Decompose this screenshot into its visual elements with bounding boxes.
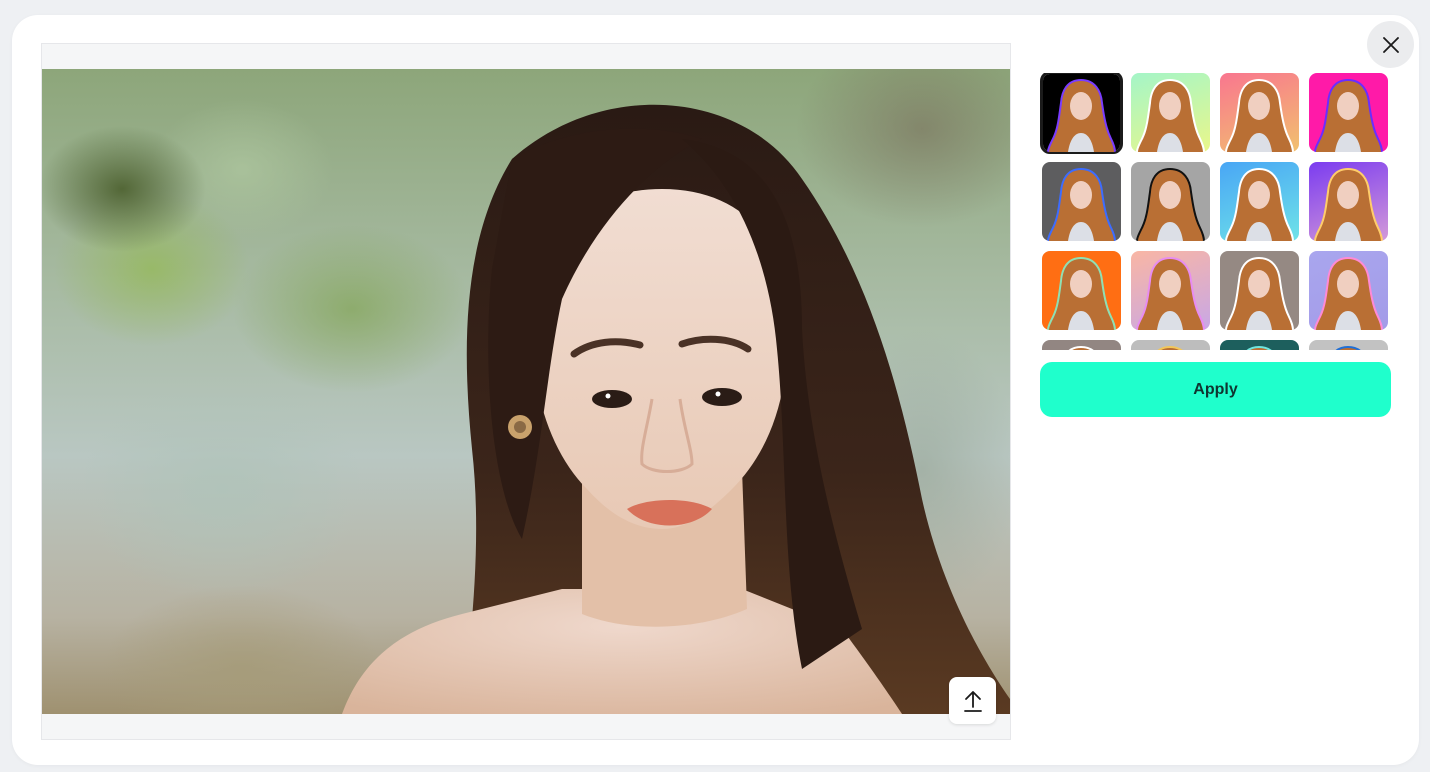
portrait-cutout-icon (1135, 78, 1206, 152)
style-thumb-periwinkle-pink-outline[interactable] (1309, 251, 1388, 330)
style-thumb-violet-pink-gradient[interactable] (1309, 162, 1388, 241)
close-icon (1382, 36, 1399, 53)
portrait-cutout-icon (1224, 256, 1295, 330)
portrait-cutout-icon (1157, 345, 1183, 350)
portrait-cutout-icon (1068, 345, 1094, 350)
preview-photo (42, 69, 1010, 714)
style-thumb-magenta-purple-outline[interactable] (1309, 73, 1388, 152)
portrait-cutout-icon (1313, 78, 1384, 152)
style-grid (1040, 73, 1392, 350)
style-panel: Apply (1040, 73, 1392, 417)
portrait-cutout-icon (1046, 78, 1117, 152)
portrait-cutout-icon (1046, 256, 1117, 330)
close-button[interactable] (1367, 21, 1414, 68)
portrait-cutout-icon (1246, 345, 1272, 350)
style-thumb-silver-partial[interactable] (1131, 340, 1210, 350)
portrait-cutout-icon (1224, 78, 1295, 152)
style-grid-scroll[interactable] (1040, 73, 1392, 350)
style-thumb-peach-lavender-gradient[interactable] (1131, 251, 1210, 330)
portrait-cutout-icon (1335, 345, 1361, 350)
portrait-cutout-icon (1135, 256, 1206, 330)
style-thumb-mint-lime-gradient[interactable] (1131, 73, 1210, 152)
portrait-cutout-icon (1046, 167, 1117, 241)
portrait-cutout-icon (1313, 256, 1384, 330)
style-thumb-taupe-white-outline[interactable] (1220, 251, 1299, 330)
style-thumb-gray-black-outline[interactable] (1131, 162, 1210, 241)
style-thumb-dark-gray-blue-outline[interactable] (1042, 162, 1121, 241)
upload-icon (963, 690, 982, 712)
canvas-frame (41, 43, 1011, 740)
apply-button[interactable]: Apply (1040, 362, 1391, 417)
style-thumb-light-gray-partial[interactable] (1309, 340, 1388, 350)
portrait-cutout-icon (1135, 167, 1206, 241)
upload-button[interactable] (949, 677, 996, 724)
style-thumb-sky-cyan-gradient[interactable] (1220, 162, 1299, 241)
style-thumb-taupe-partial[interactable] (1042, 340, 1121, 350)
style-thumb-teal-partial[interactable] (1220, 340, 1299, 350)
style-thumb-orange-mint-outline[interactable] (1042, 251, 1121, 330)
portrait-illustration (342, 104, 1010, 714)
portrait-cutout-icon (1313, 167, 1384, 241)
style-thumb-black-purple-outline[interactable] (1040, 73, 1123, 154)
style-thumb-coral-peach-gradient[interactable] (1220, 73, 1299, 152)
portrait-cutout-icon (1224, 167, 1295, 241)
style-editor-modal: Apply (12, 15, 1419, 765)
